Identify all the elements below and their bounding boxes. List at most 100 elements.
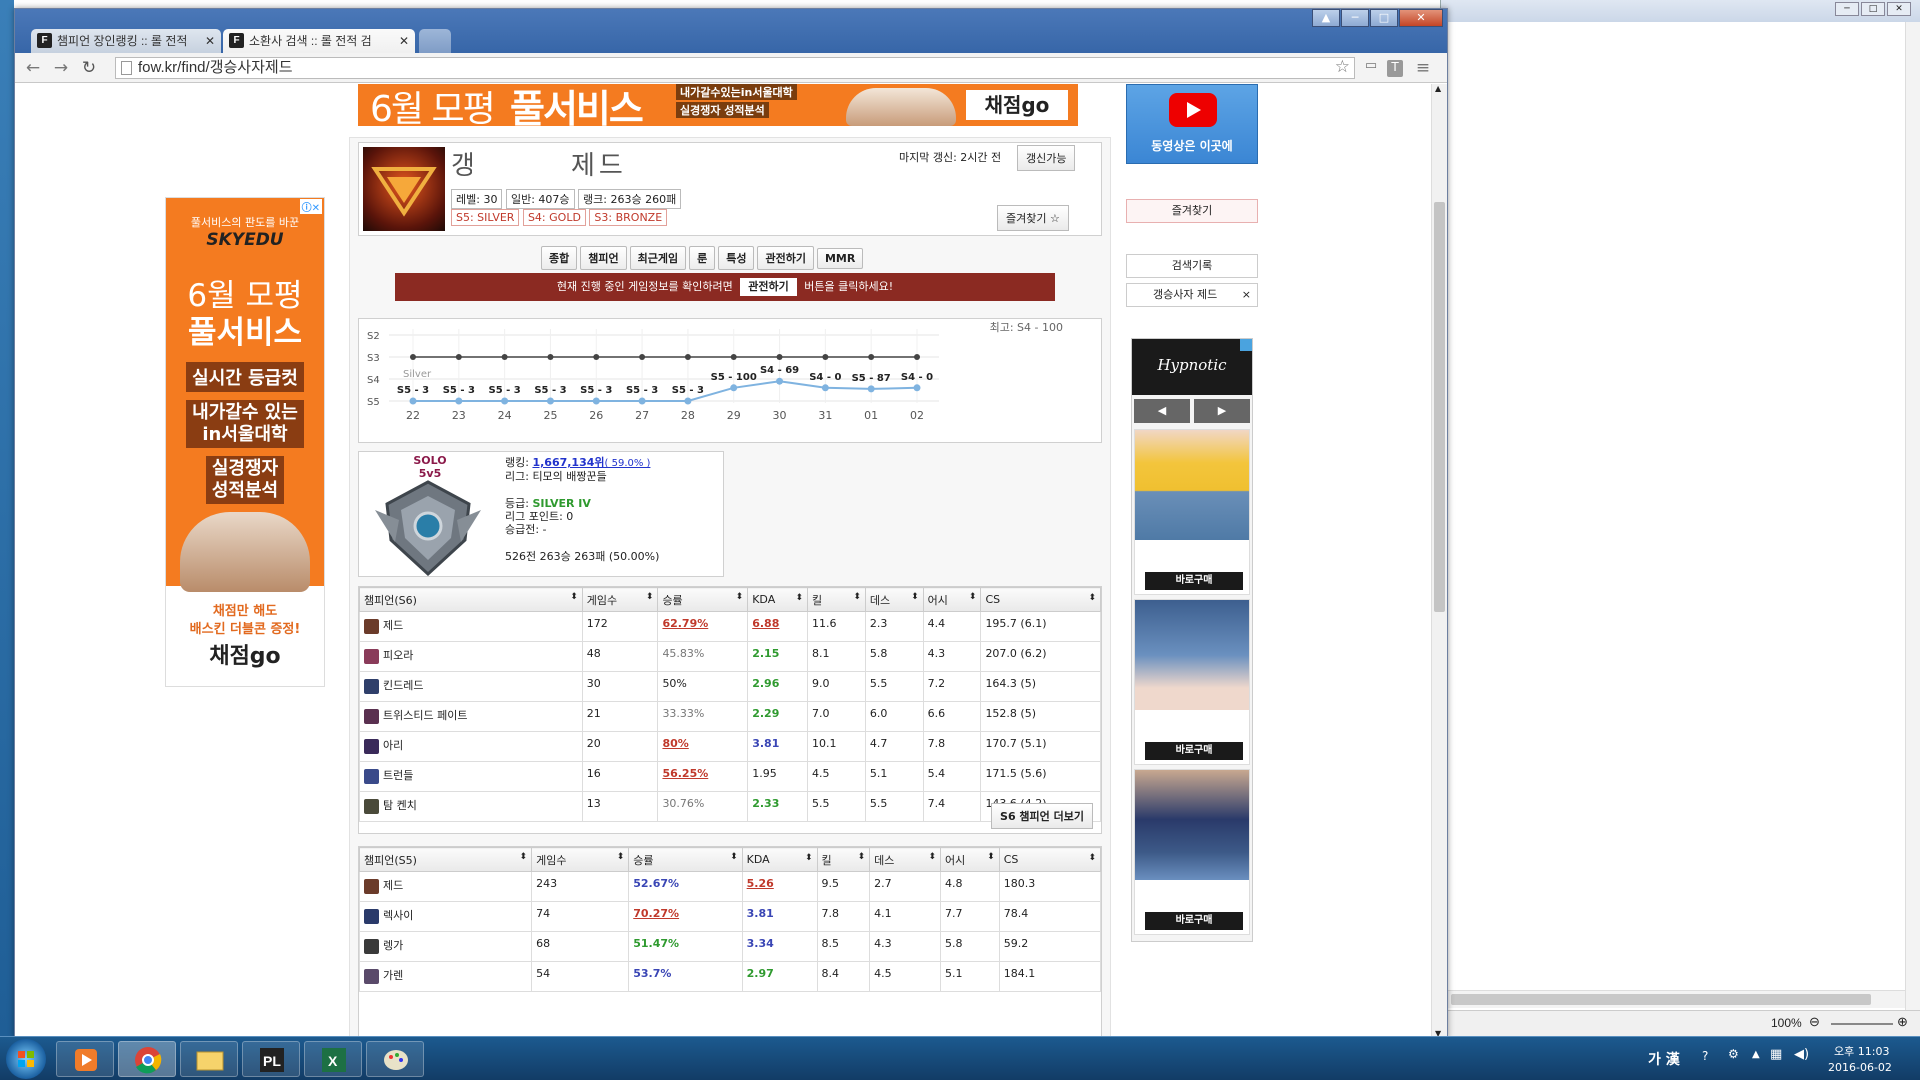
- table-row[interactable]: 트위스티드 페이트 21 33.33% 2.29 7.0 6.0 6.6 152.8 (5): [359, 701, 1101, 732]
- sort-icon[interactable]: ⬍: [1088, 593, 1096, 603]
- column-header[interactable]: CS ⬍: [998, 847, 1102, 872]
- column-header[interactable]: 어시 ⬍: [940, 847, 1000, 872]
- champion-portrait-icon[interactable]: [364, 768, 379, 784]
- column-header[interactable]: KDA ⬍: [747, 587, 809, 612]
- search-history-button[interactable]: 검색기록: [1126, 254, 1258, 278]
- zoom-in-icon[interactable]: ⊕: [1897, 1014, 1908, 1030]
- champion-portrait-icon[interactable]: [364, 798, 379, 814]
- reload-icon[interactable]: ↻: [79, 58, 99, 78]
- network-icon[interactable]: ▦: [1770, 1047, 1782, 1062]
- champion-portrait-icon[interactable]: [364, 618, 379, 634]
- column-header[interactable]: 게임수 ⬍: [581, 587, 659, 612]
- table-row[interactable]: 가렌 54 53.7% 2.97 8.4 4.5 5.1 184.1: [358, 961, 1102, 992]
- paint-icon[interactable]: [366, 1041, 424, 1077]
- maximize-button[interactable]: □: [1861, 2, 1885, 16]
- product-card[interactable]: 바로구매: [1134, 429, 1250, 595]
- column-header[interactable]: 승률 ⬍: [657, 587, 749, 612]
- champion-portrait-icon[interactable]: [364, 908, 379, 924]
- zoom-out-icon[interactable]: ⊖: [1809, 1014, 1820, 1030]
- buy-now-button[interactable]: 바로구매: [1145, 572, 1243, 590]
- forward-arrow-icon[interactable]: →: [51, 58, 71, 78]
- background-window-hscrollbar[interactable]: [1441, 990, 1905, 1008]
- top-banner-ad[interactable]: 6월 모평 풀서비스 내가갈수있는in서울대학 실경쟁자 성적분석 채점go: [358, 84, 1078, 126]
- table-row[interactable]: 킨드레드 30 50% 2.96 9.0 5.5 7.2 164.3 (5): [359, 671, 1101, 702]
- champion-portrait-icon[interactable]: [364, 708, 379, 724]
- table-row[interactable]: 탐 켄치1330.76%2.335.55.57.4143.6 (4.2): [359, 791, 1101, 822]
- sort-icon[interactable]: ⬍: [570, 592, 578, 602]
- buy-now-button[interactable]: 바로구매: [1145, 912, 1243, 930]
- media-player-icon[interactable]: [56, 1041, 114, 1077]
- favorites-button[interactable]: 즐겨찾기: [1126, 199, 1258, 223]
- column-header[interactable]: 어시 ⬍: [922, 587, 982, 612]
- address-bar[interactable]: fow.kr/find/갱승사자제드 ☆: [115, 57, 1355, 79]
- table-row[interactable]: 피오라 48 45.83% 2.15 8.1 5.8 4.3 207.0 (6.2): [359, 641, 1101, 672]
- champion-portrait-icon[interactable]: [364, 738, 379, 754]
- sort-icon[interactable]: ⬍: [928, 852, 936, 862]
- chrome-icon[interactable]: [118, 1041, 176, 1077]
- sort-icon[interactable]: ⬍: [1088, 853, 1096, 863]
- new-tab-button[interactable]: [419, 29, 451, 53]
- table-row[interactable]: 트런들 16 56.25% 1.95 4.5 5.1 5.4 171.5 (5.6): [359, 761, 1101, 792]
- champion-portrait-icon[interactable]: [364, 968, 379, 984]
- tab-mmr[interactable]: MMR: [816, 248, 864, 269]
- prev-arrow-icon[interactable]: ◀: [1134, 399, 1190, 423]
- sort-icon[interactable]: ⬍: [911, 592, 919, 602]
- scrollbar-thumb[interactable]: [1434, 202, 1445, 612]
- sort-icon[interactable]: ⬍: [520, 852, 528, 862]
- ime-indicator[interactable]: 가 漢: [1648, 1049, 1680, 1069]
- tab-summoner-search[interactable]: F 소환사 검색 :: 롤 전적 검 ✕: [223, 29, 415, 53]
- excel-icon[interactable]: X: [304, 1041, 362, 1077]
- sort-icon[interactable]: ⬍: [858, 852, 866, 862]
- next-arrow-icon[interactable]: ▶: [1194, 399, 1250, 423]
- column-header[interactable]: 게임수 ⬍: [531, 847, 630, 872]
- shopping-ad[interactable]: Hypnotic ◀ ▶ 바로구매 바로구매 바로구매: [1131, 338, 1253, 942]
- ad-choices-icon[interactable]: [1240, 339, 1252, 351]
- column-header[interactable]: 킬 ⬍: [807, 587, 866, 612]
- column-header[interactable]: 챔피언(S6) ⬍: [359, 587, 583, 612]
- column-header[interactable]: 승률 ⬍: [628, 847, 743, 872]
- sort-icon[interactable]: ⬍: [646, 592, 654, 602]
- file-explorer-icon[interactable]: [180, 1041, 238, 1077]
- scroll-up-icon[interactable]: ▲: [1435, 84, 1441, 93]
- tab-spectate[interactable]: 관전하기: [757, 246, 814, 270]
- tab-champion[interactable]: 챔피언: [580, 246, 627, 270]
- table-row[interactable]: 렉사이 74 70.27% 3.81 7.8 4.1 7.7 78.4: [358, 901, 1102, 932]
- tab-masteries[interactable]: 특성: [718, 246, 755, 270]
- champion-portrait-icon[interactable]: [364, 938, 379, 954]
- buy-now-button[interactable]: 바로구매: [1145, 742, 1243, 760]
- sort-icon[interactable]: ⬍: [796, 593, 804, 603]
- column-header[interactable]: KDA ⬍: [741, 847, 818, 872]
- champion-portrait-icon[interactable]: [364, 878, 379, 894]
- ranking-link[interactable]: 1,667,134위: [532, 456, 604, 469]
- table-row[interactable]: 렝가 68 51.47% 3.34 8.5 4.3 5.8 59.2: [358, 931, 1102, 962]
- table-row[interactable]: 제드 243 52.67% 5.26 9.5 2.7 4.8 180.3: [358, 871, 1102, 902]
- clock-date[interactable]: 2016-06-02: [1828, 1061, 1892, 1074]
- remove-history-icon[interactable]: ×: [1242, 284, 1251, 306]
- column-header[interactable]: 데스 ⬍: [864, 587, 924, 612]
- table-row[interactable]: 아리 20 80% 3.81 10.1 4.7 7.8 170.7 (5.1): [359, 731, 1101, 762]
- history-item[interactable]: 갱승사자 제드 ×: [1126, 283, 1258, 307]
- product-card[interactable]: 바로구매: [1134, 769, 1250, 935]
- table-row[interactable]: 제드 172 62.79% 6.88 11.6 2.3 4.4 195.7 (6.1): [359, 611, 1101, 642]
- maximize-button[interactable]: □: [1370, 9, 1398, 27]
- pl-app-icon[interactable]: PL: [242, 1041, 300, 1077]
- close-button[interactable]: ✕: [1887, 2, 1911, 16]
- tab-runes[interactable]: 룬: [689, 246, 716, 270]
- minimize-button[interactable]: ─: [1835, 2, 1859, 16]
- tray-expand-icon[interactable]: ▲: [1752, 1049, 1760, 1060]
- champion-portrait-icon[interactable]: [364, 678, 379, 694]
- sort-icon[interactable]: ⬍: [617, 852, 625, 862]
- clock-time[interactable]: 오후 11:03: [1834, 1043, 1889, 1059]
- ranking-percent[interactable]: ( 59.0% ): [605, 458, 651, 469]
- background-window-scrollbar[interactable]: [1905, 22, 1920, 1012]
- column-header[interactable]: 챔피언(S5) ⬍: [358, 847, 533, 872]
- sort-icon[interactable]: ⬍: [969, 592, 977, 602]
- sort-icon[interactable]: ⬍: [853, 592, 861, 602]
- sort-icon[interactable]: ⬍: [730, 852, 738, 862]
- zoom-slider[interactable]: [1831, 1023, 1893, 1025]
- back-arrow-icon[interactable]: ←: [23, 58, 43, 78]
- profile-icon[interactable]: ▲: [1312, 9, 1340, 27]
- menu-hamburger-icon[interactable]: ≡: [1413, 58, 1433, 78]
- more-champions-button[interactable]: S6 챔피언 더보기: [991, 803, 1093, 829]
- spectate-button[interactable]: 관전하기: [740, 278, 797, 296]
